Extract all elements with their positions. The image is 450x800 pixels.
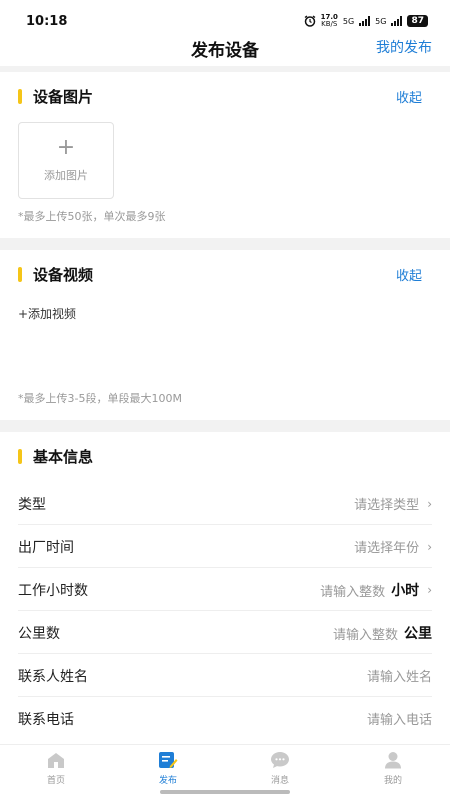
tab-home[interactable]: 首页 <box>16 751 96 786</box>
network-5g-label-2: 5G <box>375 16 387 26</box>
tab-label: 发布 <box>158 776 177 786</box>
add-video-button[interactable]: +添加视频 <box>18 305 76 322</box>
alarm-icon <box>304 15 316 27</box>
form-label: 联系人姓名 <box>18 669 88 685</box>
contact-phone-row[interactable]: 联系电话 请输入电话 <box>18 697 432 740</box>
tab-profile[interactable]: 我的 <box>353 751 433 786</box>
signal-icon-2 <box>391 16 403 26</box>
video-upload-note: *最多上传3-5段，单段最大100M <box>18 392 182 405</box>
section-header: 基本信息 <box>0 444 450 468</box>
form-placeholder: 请输入整数 <box>320 584 386 600</box>
section-header: 设备图片 收起 <box>0 84 450 108</box>
chevron-right-icon: › <box>427 539 432 554</box>
message-icon <box>271 752 289 768</box>
form-label: 出厂时间 <box>18 540 74 556</box>
net-speed: 17.0 KB/S <box>321 14 338 28</box>
tab-label: 首页 <box>46 776 65 786</box>
status-time: 10:18 <box>26 14 68 29</box>
work-hours-input[interactable]: 请输入整数 小时 › <box>320 580 432 600</box>
section-marker <box>18 449 22 464</box>
factory-year-select[interactable]: 请选择年份 › <box>354 537 432 557</box>
home-indicator[interactable] <box>160 790 290 794</box>
form-label: 联系电话 <box>18 712 74 728</box>
section-marker <box>18 89 22 104</box>
form-placeholder: 请选择年份 <box>354 541 420 556</box>
home-icon <box>48 753 64 768</box>
section-header: 设备视频 收起 <box>0 262 450 286</box>
profile-icon <box>385 752 401 769</box>
type-select[interactable]: 请选择类型 › <box>354 494 432 514</box>
network-5g-label: 5G <box>342 16 355 26</box>
unit-label: 公里 <box>404 626 432 642</box>
device-video-section: 设备视频 收起 +添加视频 *最多上传3-5段，单段最大100M <box>0 250 450 420</box>
my-posts-link[interactable]: 我的发布 <box>376 37 432 57</box>
contact-phone-input[interactable]: 请输入电话 <box>367 709 432 728</box>
collapse-video-button[interactable]: 收起 <box>396 265 422 284</box>
add-image-button[interactable]: + 添加图片 <box>18 122 114 199</box>
section-title: 设备图片 <box>33 88 94 106</box>
net-speed-unit: KB/S <box>321 20 338 28</box>
section-title: 设备视频 <box>33 266 94 284</box>
contact-name-row[interactable]: 联系人姓名 请输入姓名 <box>18 654 432 697</box>
plus-icon: + <box>56 135 76 160</box>
form-placeholder: 请选择类型 <box>354 498 420 513</box>
publish-icon <box>159 752 178 768</box>
collapse-images-button[interactable]: 收起 <box>396 87 422 106</box>
work-hours-row[interactable]: 工作小时数 请输入整数 小时 › <box>18 568 432 611</box>
form-placeholder: 请输入姓名 <box>366 670 432 685</box>
form-label: 类型 <box>18 497 46 513</box>
form-label: 工作小时数 <box>18 583 88 599</box>
tab-label: 我的 <box>383 776 402 786</box>
chevron-right-icon: › <box>427 496 432 511</box>
signal-icon <box>359 16 371 26</box>
basic-info-section: 基本信息 类型 请选择类型 › 出厂时间 请选择年份 › 工作小时数 请输入整数… <box>0 432 450 744</box>
mileage-input[interactable]: 请输入整数 公里 <box>333 623 432 643</box>
section-marker <box>18 267 22 282</box>
mileage-row[interactable]: 公里数 请输入整数 公里 <box>18 611 432 654</box>
chevron-right-icon: › <box>427 583 432 597</box>
factory-year-row[interactable]: 出厂时间 请选择年份 › <box>18 525 432 568</box>
form-label: 公里数 <box>18 626 60 642</box>
tab-messages[interactable]: 消息 <box>240 751 320 786</box>
unit-label: 小时 <box>391 583 420 599</box>
battery-icon: 87 <box>407 15 428 27</box>
section-title: 基本信息 <box>33 448 94 466</box>
status-icons: 17.0 KB/S 5G 5G 87 <box>304 14 428 28</box>
contact-name-input[interactable]: 请输入姓名 <box>367 666 432 685</box>
device-images-section: 设备图片 收起 + 添加图片 *最多上传50张，单次最多9张 <box>0 72 450 238</box>
status-bar: 10:18 17.0 KB/S 5G 5G 87 <box>0 0 450 30</box>
form-placeholder: 请输入整数 <box>332 627 398 643</box>
form-placeholder: 请输入电话 <box>366 713 432 728</box>
nav-bar: 发布设备 我的发布 <box>0 30 450 66</box>
tab-publish[interactable]: 发布 <box>128 751 208 786</box>
type-row[interactable]: 类型 请选择类型 › <box>18 482 432 525</box>
add-image-label: 添加图片 <box>44 169 88 182</box>
image-upload-note: *最多上传50张，单次最多9张 <box>18 210 166 223</box>
tab-label: 消息 <box>270 776 289 786</box>
